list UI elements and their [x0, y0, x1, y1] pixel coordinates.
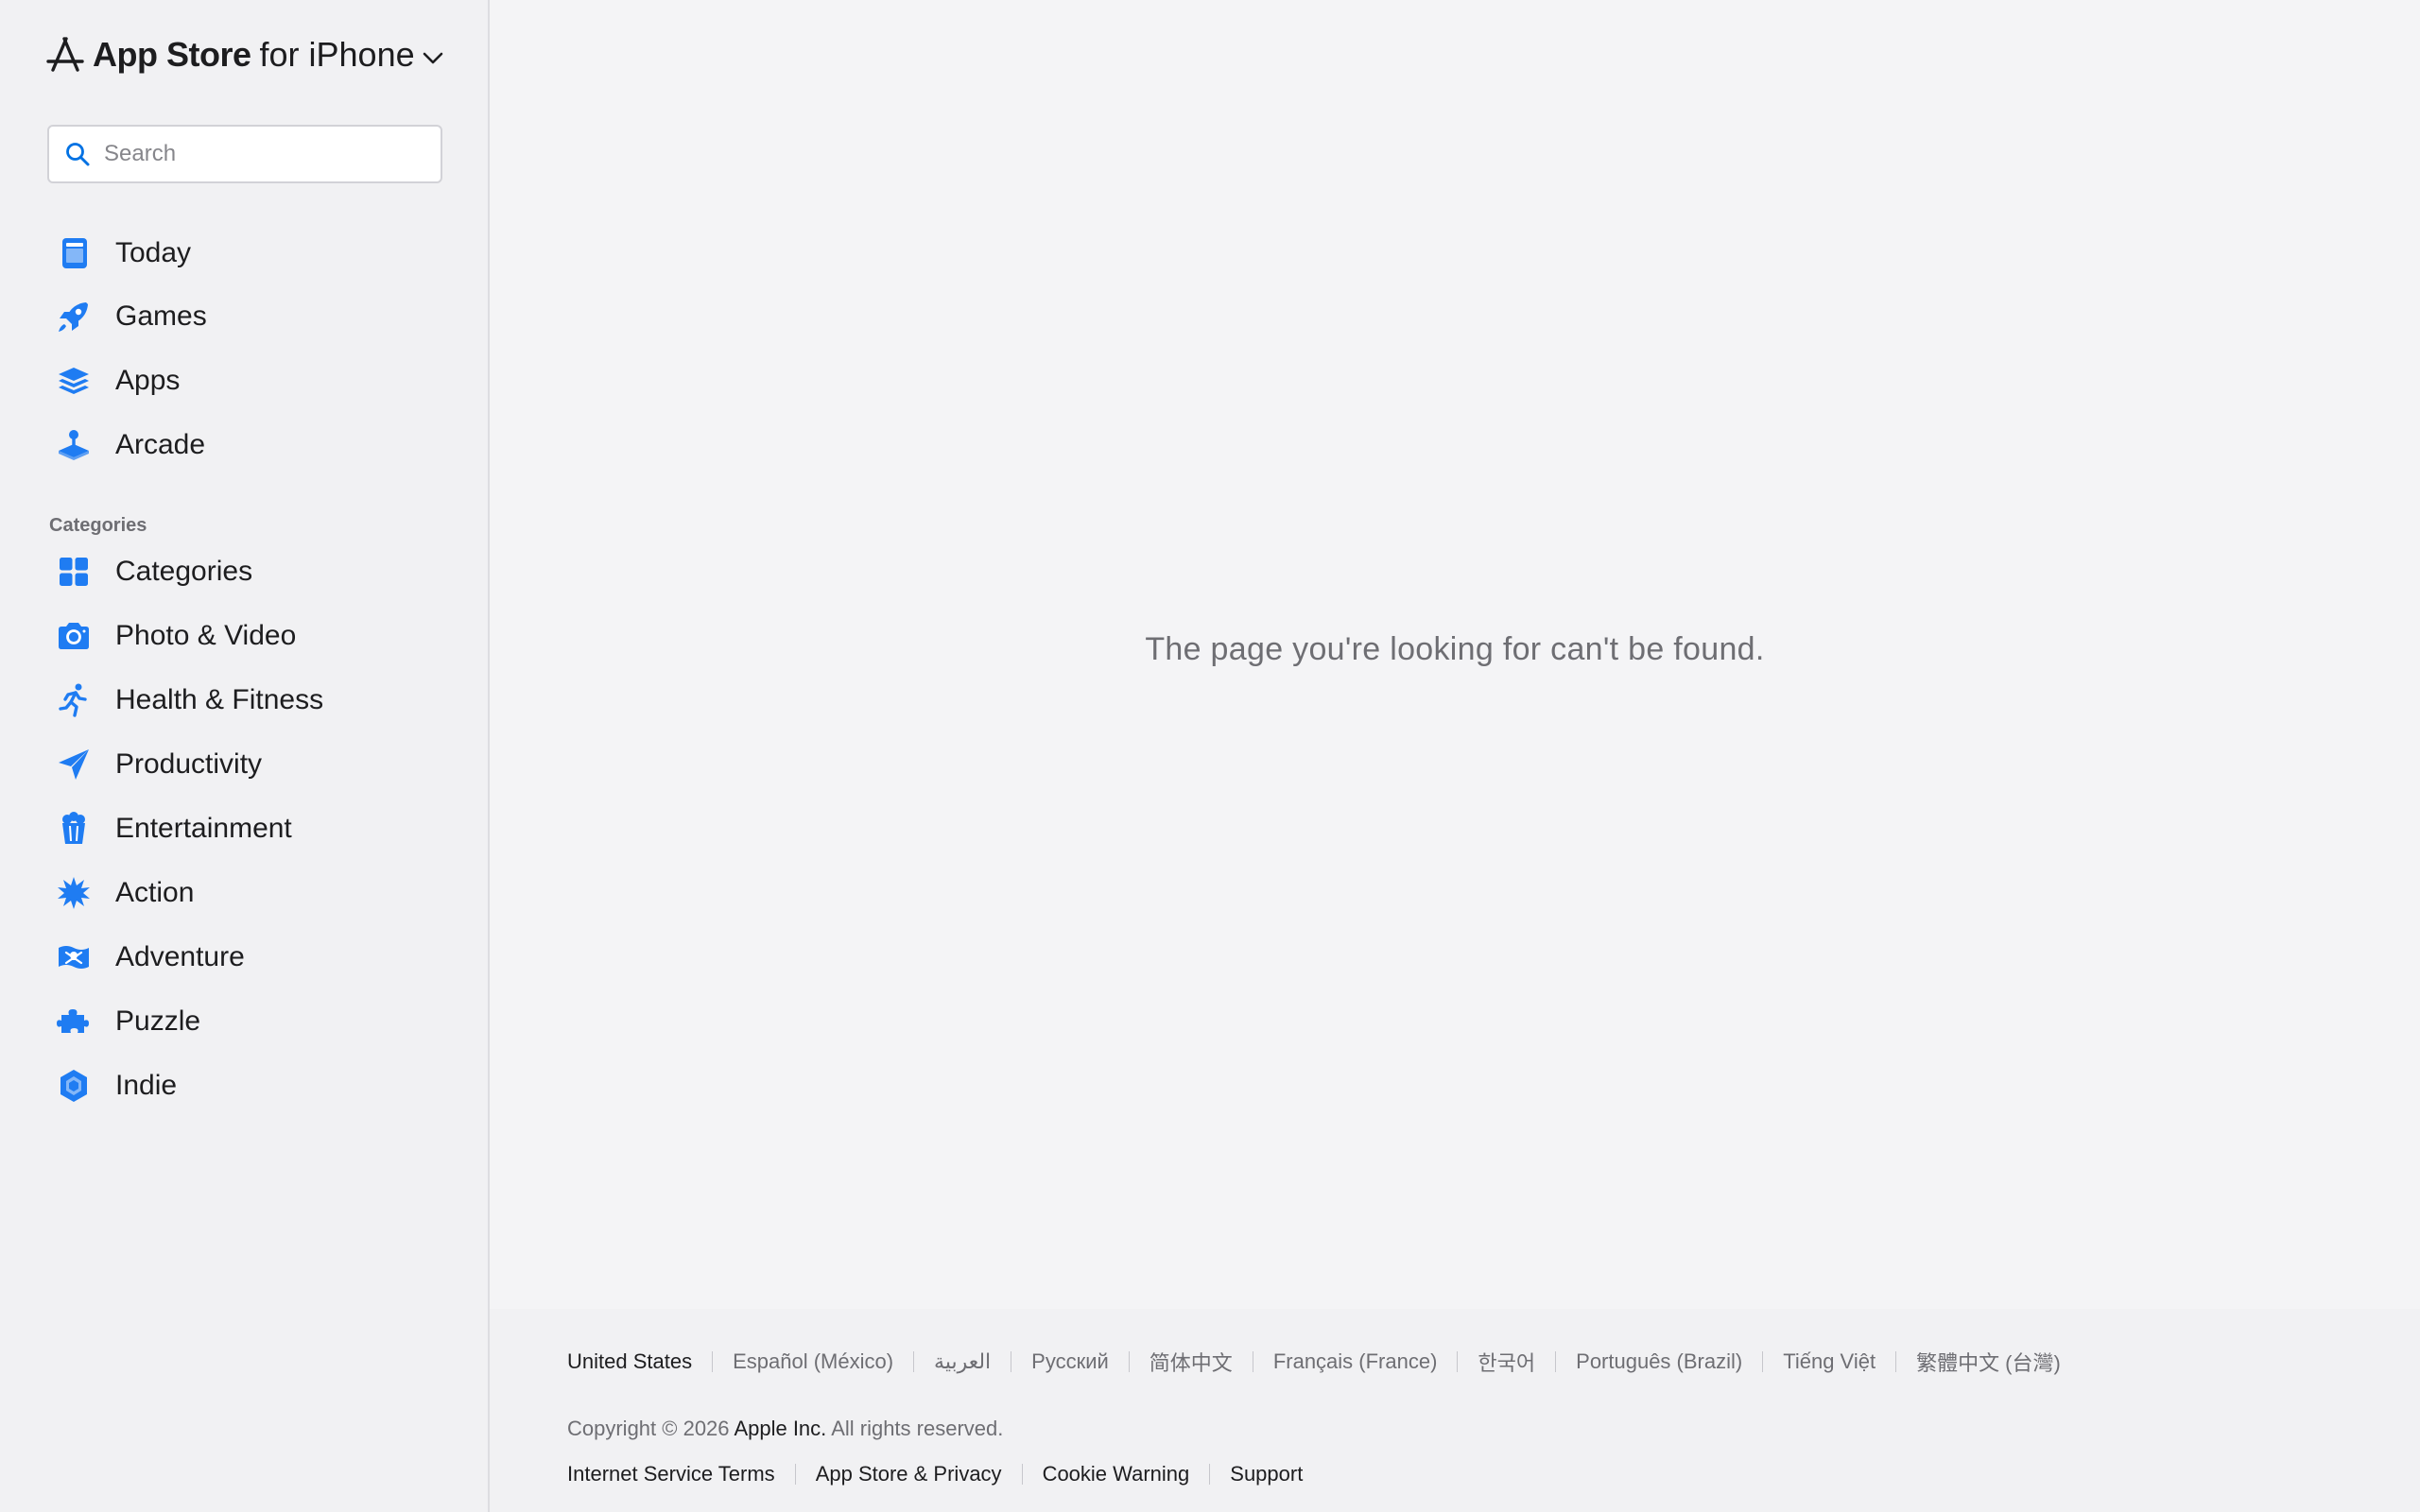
- sidebar-item-label: Puzzle: [115, 1005, 201, 1037]
- chevron-down-icon: [423, 52, 442, 64]
- separator: [1209, 1464, 1211, 1485]
- language-link-tieng-viet[interactable]: Tiếng Việt: [1783, 1349, 1876, 1374]
- sidebar-item-apps[interactable]: Apps: [55, 354, 452, 407]
- grid-icon: [60, 558, 88, 586]
- app-store-logo-icon: [46, 37, 84, 72]
- not-found-message: The page you're looking for can't be fou…: [1145, 631, 1765, 667]
- sidebar-item-label: Apps: [115, 365, 181, 396]
- popcorn-icon: [62, 812, 85, 844]
- sidebar-item-games[interactable]: Games: [55, 290, 452, 343]
- sidebar-item-photo-video[interactable]: Photo & Video: [55, 610, 452, 662]
- legal-links: Internet Service Terms App Store & Priva…: [567, 1462, 1303, 1486]
- sidebar-item-puzzle[interactable]: Puzzle: [55, 995, 452, 1048]
- running-icon: [59, 683, 87, 717]
- search-box[interactable]: [47, 125, 442, 183]
- sidebar-item-adventure[interactable]: Adventure: [55, 931, 452, 984]
- paperplane-icon: [59, 749, 89, 780]
- separator: [1128, 1351, 1130, 1372]
- sidebar-item-today[interactable]: Today: [55, 227, 452, 280]
- rocket-icon: [59, 302, 88, 332]
- language-link-korean[interactable]: 한국어: [1478, 1347, 1535, 1377]
- separator: [1895, 1351, 1897, 1372]
- today-icon: [62, 238, 87, 268]
- language-link-traditional-chinese-taiwan[interactable]: 繁體中文 (台灣): [1916, 1347, 2061, 1377]
- burst-icon: [58, 877, 90, 909]
- language-link-arabic[interactable]: العربية: [934, 1349, 991, 1374]
- app-store-platform-switcher[interactable]: App Store for iPhone: [45, 32, 445, 77]
- language-link-simplified-chinese[interactable]: 简体中文: [1150, 1347, 1233, 1377]
- language-link-united-states[interactable]: United States: [567, 1349, 692, 1374]
- categories-section-header: Categories: [49, 515, 147, 536]
- search-input[interactable]: [104, 141, 406, 167]
- sidebar-item-label: Action: [115, 877, 195, 908]
- sidebar-item-label: Indie: [115, 1070, 178, 1101]
- support-link[interactable]: Support: [1230, 1462, 1303, 1486]
- sidebar-item-health-fitness[interactable]: Health & Fitness: [55, 674, 452, 727]
- sidebar-item-indie[interactable]: Indie: [55, 1059, 452, 1112]
- joystick-icon: [59, 430, 89, 460]
- sidebar-item-label: Entertainment: [115, 813, 292, 844]
- copyright-rights: All rights reserved.: [831, 1417, 1004, 1440]
- gem-icon: [60, 1070, 87, 1102]
- sidebar: App Store for iPhone Today Games: [0, 0, 490, 1512]
- language-link-francais-france[interactable]: Français (France): [1273, 1349, 1438, 1374]
- app-store-privacy-link[interactable]: App Store & Privacy: [816, 1462, 1002, 1486]
- sidebar-item-label: Arcade: [115, 429, 206, 460]
- separator: [913, 1351, 915, 1372]
- language-link-russian[interactable]: Русский: [1031, 1349, 1109, 1374]
- puzzle-icon: [57, 1009, 89, 1033]
- footer: United States Español (México) العربية Р…: [490, 1309, 2420, 1512]
- camera-icon: [59, 623, 89, 649]
- pirate-flag-icon: [59, 946, 89, 969]
- sidebar-item-arcade[interactable]: Arcade: [55, 419, 452, 472]
- separator: [1457, 1351, 1459, 1372]
- sidebar-item-label: Adventure: [115, 941, 245, 972]
- search-icon: [66, 143, 90, 166]
- separator: [1555, 1351, 1557, 1372]
- copyright-prefix: Copyright © 2026: [567, 1417, 730, 1440]
- sidebar-item-label: Productivity: [115, 748, 263, 780]
- separator: [794, 1464, 796, 1485]
- layers-icon: [59, 368, 89, 394]
- separator: [712, 1351, 714, 1372]
- language-link-espanol-mexico[interactable]: Español (México): [733, 1349, 893, 1374]
- separator: [1021, 1464, 1023, 1485]
- apple-inc-link[interactable]: Apple Inc.: [734, 1417, 826, 1440]
- language-selector: United States Español (México) العربية Р…: [567, 1347, 2061, 1377]
- sidebar-item-label: Games: [115, 301, 207, 332]
- sidebar-item-action[interactable]: Action: [55, 867, 452, 919]
- sidebar-item-label: Categories: [115, 556, 253, 587]
- brand-app-name: App Store: [93, 35, 251, 74]
- sidebar-item-categories[interactable]: Categories: [55, 545, 452, 598]
- sidebar-item-entertainment[interactable]: Entertainment: [55, 802, 452, 855]
- sidebar-item-label: Health & Fitness: [115, 684, 324, 715]
- sidebar-item-label: Photo & Video: [115, 620, 297, 651]
- internet-service-terms-link[interactable]: Internet Service Terms: [567, 1462, 775, 1486]
- copyright-notice: Copyright © 2026 Apple Inc. All rights r…: [567, 1417, 1003, 1441]
- sidebar-item-productivity[interactable]: Productivity: [55, 738, 452, 791]
- cookie-warning-link[interactable]: Cookie Warning: [1043, 1462, 1190, 1486]
- main-content: The page you're looking for can't be fou…: [490, 0, 2420, 1309]
- sidebar-item-label: Today: [115, 237, 192, 268]
- separator: [1762, 1351, 1764, 1372]
- brand-platform: for iPhone: [259, 35, 415, 74]
- language-link-portugues-brazil[interactable]: Português (Brazil): [1576, 1349, 1742, 1374]
